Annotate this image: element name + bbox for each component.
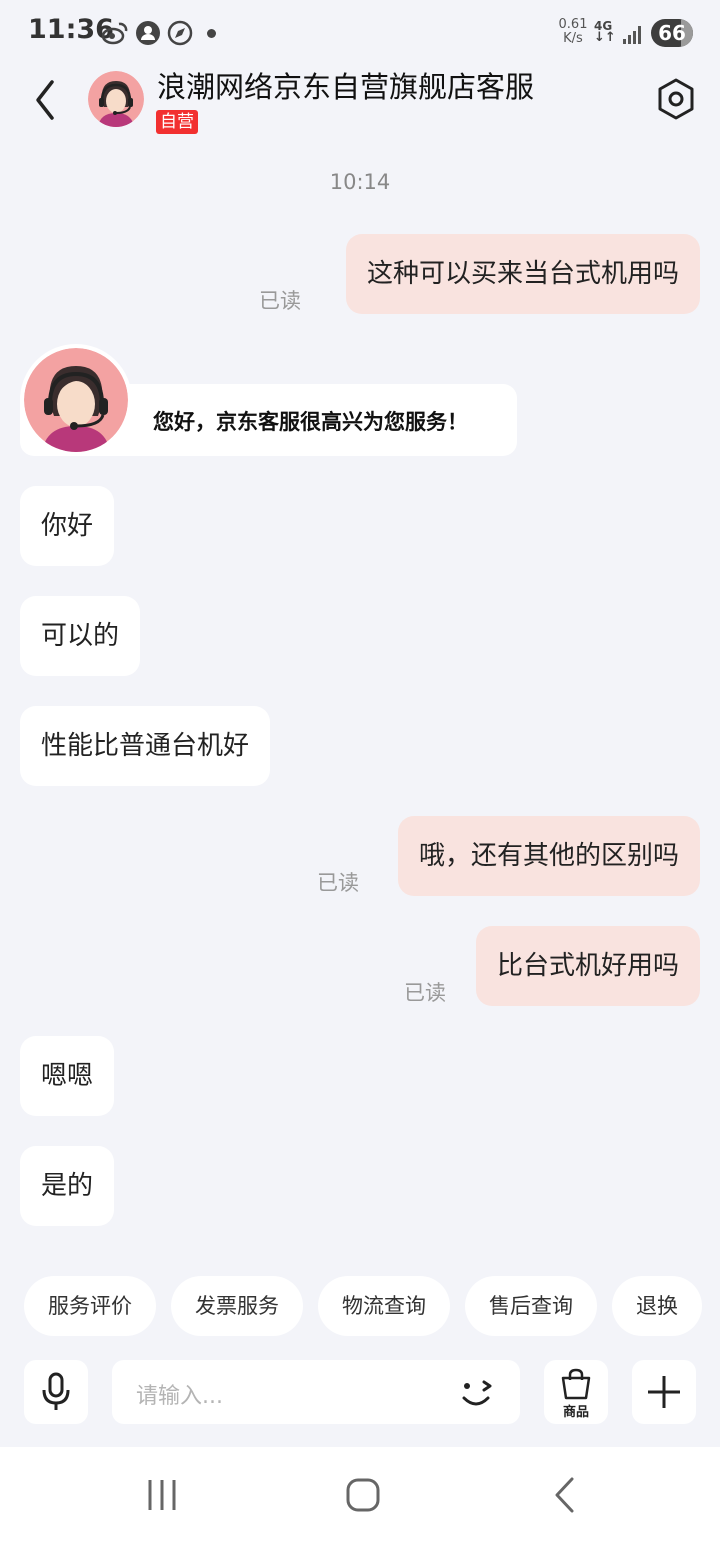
incoming-message[interactable]: 嗯嗯 — [20, 1036, 115, 1116]
goods-label: 商品 — [562, 1405, 589, 1420]
agent-avatar[interactable] — [88, 71, 144, 127]
quick-action-bar: 服务评价 发票服务 物流查询 售后查询 退换 — [24, 1276, 720, 1338]
incoming-message[interactable]: 你好 — [20, 486, 115, 566]
outgoing-message[interactable]: 这种可以买来当台式机用吗 — [345, 234, 700, 314]
back-nav-icon[interactable] — [545, 1475, 585, 1515]
shopping-bag-icon — [561, 1368, 591, 1400]
chip-return-exchange[interactable]: 退换 — [612, 1276, 702, 1336]
system-nav-bar — [0, 1447, 720, 1544]
person-icon — [136, 21, 160, 45]
status-bar: 11:36 0.61 K/s 4G ↓↑ 66 — [0, 0, 720, 64]
outgoing-message[interactable]: 比台式机好用吗 — [475, 926, 700, 1006]
home-icon[interactable] — [343, 1475, 383, 1515]
voice-button[interactable] — [24, 1360, 88, 1424]
battery-indicator: 66 — [651, 19, 693, 47]
read-receipt: 已读 — [259, 289, 301, 313]
input-placeholder: 请输入... — [136, 1384, 223, 1409]
recent-apps-icon[interactable] — [142, 1475, 182, 1515]
plus-icon — [648, 1376, 680, 1408]
emoji-icon[interactable] — [456, 1374, 496, 1414]
more-button[interactable] — [632, 1360, 696, 1424]
outgoing-message[interactable]: 哦，还有其他的区别吗 — [397, 816, 700, 896]
welcome-text: 您好，京东客服很高兴为您服务！ — [153, 410, 468, 434]
read-receipt: 已读 — [317, 871, 359, 895]
incoming-message[interactable]: 性能比普通台机好 — [20, 706, 271, 786]
signal-icon — [623, 26, 641, 44]
dot-icon — [207, 29, 216, 38]
network-type: 4G ↓↑ — [594, 19, 616, 45]
chat-header: 浪潮网络京东自营旗舰店客服 自营 — [0, 64, 720, 144]
chip-after-sales-query[interactable]: 售后查询 — [465, 1276, 597, 1336]
agent-avatar-large — [20, 344, 132, 456]
chip-invoice-service[interactable]: 发票服务 — [171, 1276, 303, 1336]
incoming-message[interactable]: 可以的 — [20, 596, 141, 676]
chip-logistics-query[interactable]: 物流查询 — [318, 1276, 450, 1336]
incoming-message[interactable]: 是的 — [20, 1146, 115, 1226]
network-speed: 0.61 K/s — [558, 17, 588, 46]
microphone-icon — [42, 1372, 70, 1410]
settings-icon[interactable] — [654, 77, 698, 121]
chip-service-rating[interactable]: 服务评价 — [24, 1276, 156, 1336]
input-bar: 请输入... 商品 — [0, 1352, 720, 1436]
message-timestamp: 10:14 — [329, 170, 391, 194]
self-operated-badge: 自营 — [156, 110, 198, 134]
goods-button[interactable]: 商品 — [544, 1360, 608, 1424]
shop-title[interactable]: 浪潮网络京东自营旗舰店客服 — [157, 64, 534, 106]
compass-icon — [167, 20, 193, 46]
back-icon[interactable] — [26, 78, 66, 122]
message-input[interactable]: 请输入... — [112, 1360, 520, 1424]
read-receipt: 已读 — [404, 981, 446, 1005]
weibo-icon — [102, 22, 128, 45]
